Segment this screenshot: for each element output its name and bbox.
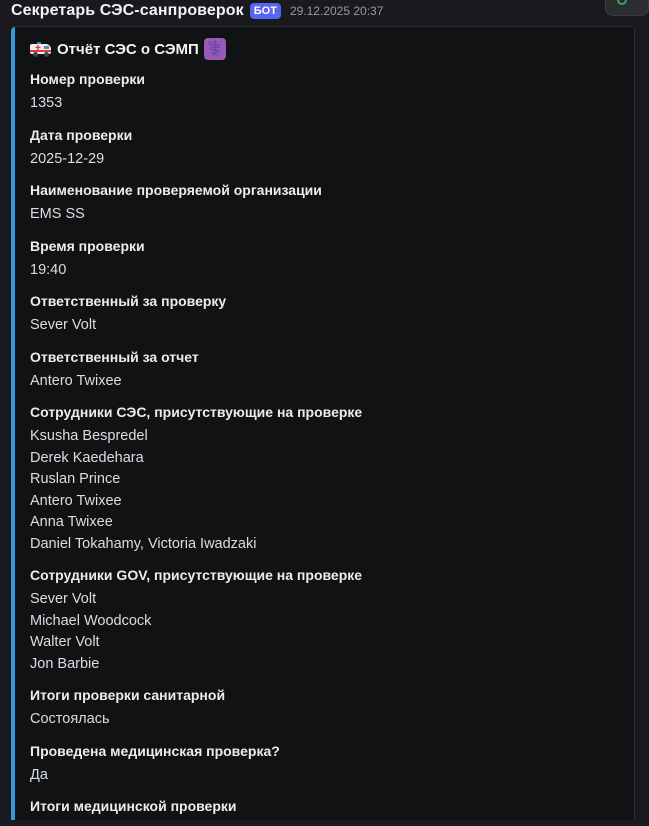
field-value-line: Sever Volt xyxy=(30,317,97,333)
field-name: Наименование проверяемой организации xyxy=(30,182,322,198)
field-value-line: Jon Barbie xyxy=(30,655,100,672)
field-value: 2025-12-29 xyxy=(30,149,620,171)
field-value-line: Sever Volt xyxy=(30,591,97,607)
field-value-line: Derek Kaedehara xyxy=(30,449,144,466)
field-name: Сотрудники GOV, присутствующие на провер… xyxy=(30,567,363,583)
report-embed: ✚ Отчёт СЭС о СЭМП ⚕️ Номер проверки 1353… xyxy=(11,26,635,826)
field-value: EMS SS xyxy=(30,204,620,226)
field-value-line: Antero Twixee xyxy=(30,372,122,389)
chat-message: Секретарь СЭС-санпроверок БОТ 29.12.2025… xyxy=(0,0,649,826)
field-value-line: Walter Volt xyxy=(30,634,100,650)
field-value-line: Состоялась xyxy=(30,711,110,727)
field-value-line: 19:40 xyxy=(30,261,67,278)
author-name[interactable]: Секретарь СЭС-санпроверок xyxy=(11,2,244,20)
scroll-edge xyxy=(0,820,649,826)
medical-symbol-icon: ⚕️ xyxy=(203,38,226,60)
field-value: 1353 xyxy=(30,93,620,115)
field-name: Проведена медицинская проверка? xyxy=(30,742,280,759)
embed-accent-bar xyxy=(11,27,15,826)
embed-field: Наименование проверяемой организации EMS … xyxy=(30,180,620,226)
ambulance-icon: ✚ xyxy=(30,42,52,57)
field-value-line: Anna Twixee xyxy=(30,514,113,530)
smile-icon xyxy=(617,0,627,5)
embed-field: Дата проверки 2025-12-29 xyxy=(30,125,620,171)
field-value-line: 2025-12-29 xyxy=(30,150,105,167)
embed-field: Сотрудники GOV, присутствующие на провер… xyxy=(30,565,620,675)
embed-fields: Номер проверки 1353 Дата проверки 2025-12-2… xyxy=(30,69,620,826)
embed-field: Номер проверки 1353 xyxy=(30,69,620,115)
field-name: Ответственный за проверку xyxy=(30,293,227,309)
embed-field: Ответственный за проверку Sever Volt xyxy=(30,291,620,337)
field-name: Время проверки xyxy=(30,237,145,254)
field-value: Sever Volt xyxy=(30,315,620,337)
field-value: Состоялась xyxy=(30,709,620,731)
field-value-line: Да xyxy=(30,766,48,783)
embed-field: Итоги медицинской проверки xyxy=(30,796,620,816)
field-value-line: 1353 xyxy=(30,95,63,111)
field-value-line: Ruslan Prince xyxy=(30,471,121,487)
message-timestamp[interactable]: 29.12.2025 20:37 xyxy=(290,4,383,18)
field-value: Да xyxy=(30,765,620,787)
field-name: Итоги проверки санитарной xyxy=(30,687,226,703)
field-value: Sever Volt Michael Woodcock Walter Volt Jon… xyxy=(30,589,620,675)
field-name: Итоги медицинской проверки xyxy=(30,798,237,814)
embed-title: ✚ Отчёт СЭС о СЭМП ⚕️ xyxy=(30,37,226,61)
message-header: Секретарь СЭС-санпроверок БОТ 29.12.2025… xyxy=(11,0,383,22)
field-value-line: EMS SS xyxy=(30,206,85,222)
field-name: Сотрудники СЭС, присутствующие на провер… xyxy=(30,404,363,420)
embed-title-text: Отчёт СЭС о СЭМП xyxy=(57,40,199,58)
embed-field: Проведена медицинская проверка? Да xyxy=(30,741,620,787)
field-value: Ksusha Bespredel Derek Kaedehara Ruslan Pr… xyxy=(30,426,620,555)
field-value-line: Ksusha Bespredel xyxy=(30,428,148,444)
field-name: Ответственный за отчет xyxy=(30,348,199,365)
field-value-line: Michael Woodcock xyxy=(30,612,152,629)
embed-field: Итоги проверки санитарной Состоялась xyxy=(30,685,620,731)
embed-field: Ответственный за отчет Antero Twixee xyxy=(30,347,620,393)
field-value-line: Daniel Tokahamy, Victoria Iwadzaki xyxy=(30,535,257,552)
embed-field: Время проверки 19:40 xyxy=(30,236,620,282)
add-reaction-button[interactable] xyxy=(605,0,649,16)
field-name: Номер проверки xyxy=(30,71,145,87)
field-name: Дата проверки xyxy=(30,126,133,143)
field-value: Antero Twixee xyxy=(30,371,620,393)
field-value-line: Antero Twixee xyxy=(30,492,122,509)
field-value: 19:40 xyxy=(30,260,620,282)
bot-badge: БОТ xyxy=(249,3,281,19)
embed-field: Сотрудники СЭС, присутствующие на провер… xyxy=(30,402,620,555)
